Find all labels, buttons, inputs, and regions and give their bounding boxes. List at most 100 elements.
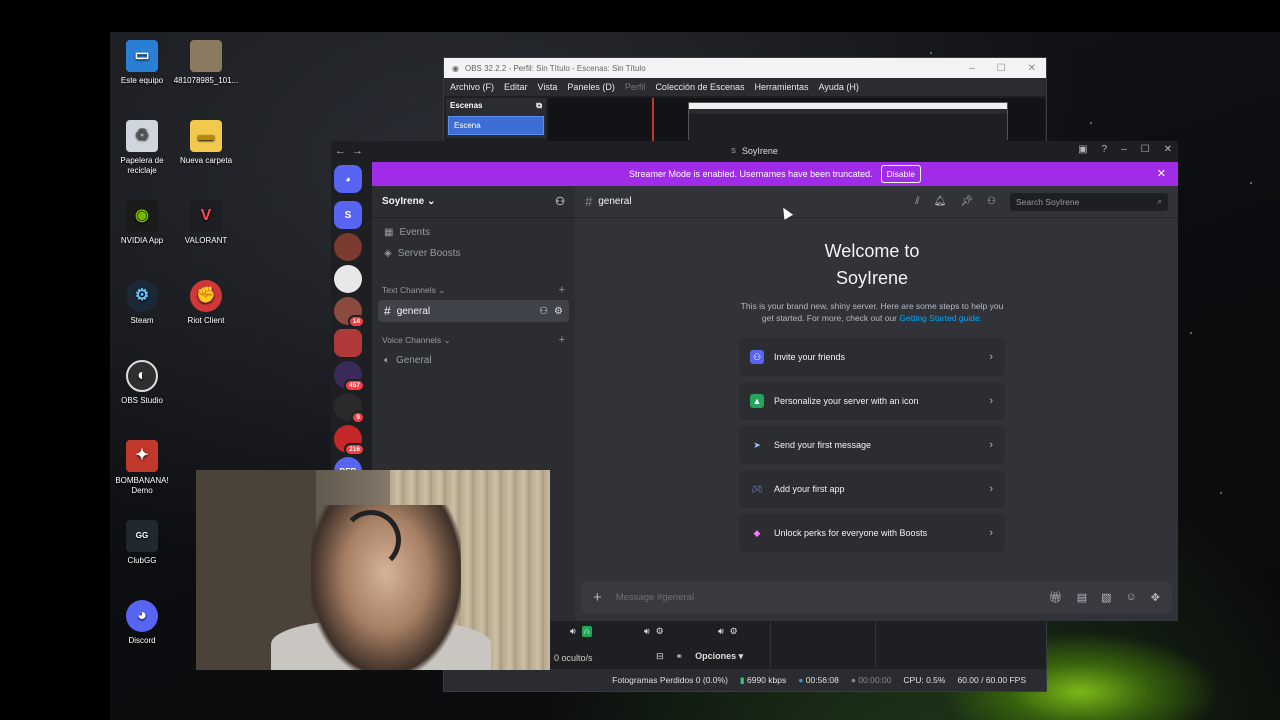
speaker-icon: 🔊︎ — [644, 626, 650, 636]
desktop-icon-nvidia[interactable]: ◉ NVIDIA App — [107, 200, 177, 246]
category-voice-channels[interactable]: Voice Channels ⌄ + — [372, 322, 575, 350]
help-icon[interactable]: ? — [1102, 144, 1108, 155]
back-icon[interactable]: ← — [335, 145, 346, 157]
palette-icon: ▲ — [750, 394, 764, 408]
menu-perfil[interactable]: Perfil — [625, 82, 646, 92]
layout-icon[interactable]: ⊟ — [656, 651, 664, 662]
gif-icon[interactable]: ▤ — [1077, 591, 1087, 604]
server-mini-icon: S — [731, 147, 736, 155]
channel-general[interactable]: # general ⚇ ⚙ — [378, 300, 569, 322]
welcome-section: Welcome to SoyIrene This is your brand ne… — [739, 238, 1005, 324]
card-add-app[interactable]: 🎮︎ Add your first app › — [739, 470, 1005, 508]
server-icon[interactable]: 216 — [334, 425, 365, 456]
close-icon[interactable]: ✕ — [1164, 144, 1172, 155]
scene-item[interactable]: Escena — [448, 116, 544, 135]
invite-icon[interactable]: ⚇ — [539, 306, 548, 317]
desktop-icon-riot[interactable]: ✊ Riot Client — [171, 280, 241, 326]
bell-icon[interactable]: 🔔︎ — [934, 196, 947, 207]
speaker-icon: 🔊︎ — [718, 626, 724, 636]
sticker-icon[interactable]: ▧ — [1101, 591, 1111, 604]
close-icon[interactable]: ✕ — [1028, 63, 1036, 74]
steam-icon: ⚙ — [126, 280, 158, 312]
server-icon[interactable]: 14 — [334, 297, 365, 328]
link-icon[interactable]: ⚭ — [676, 651, 684, 662]
server-icon[interactable] — [334, 265, 362, 293]
options-button[interactable]: Opciones ▾ — [695, 651, 743, 662]
game-icon: ✦ — [126, 440, 158, 472]
mixer-controls-2[interactable]: 🔊︎ ⚙ — [644, 626, 664, 637]
category-text-channels[interactable]: Text Channels ⌄ + — [372, 264, 575, 300]
menu-editar[interactable]: Editar — [504, 82, 528, 92]
undock-icon[interactable]: ⧉ — [536, 101, 542, 111]
card-personalize-server[interactable]: ▲ Personalize your server with an icon › — [739, 382, 1005, 420]
pin-icon[interactable]: 📌︎ — [960, 196, 973, 207]
message-composer[interactable]: + Message #general 🎁︎ ▤ ▧ ☺ ✥ — [581, 581, 1172, 613]
server-icon[interactable]: 457 — [334, 361, 365, 392]
channel-title: general — [598, 196, 632, 207]
disable-streamer-mode-button[interactable]: Disable — [880, 165, 921, 183]
cpu-usage: CPU: 0.5% — [903, 675, 946, 685]
server-icon-soyirene[interactable]: S — [334, 201, 362, 229]
obs-scenes-panel: Escenas ⧉ Escena — [446, 98, 546, 138]
card-invite-friends[interactable]: ⚇ Invite your friends › — [739, 338, 1005, 376]
minimize-icon[interactable]: – — [1121, 144, 1127, 155]
mixer-controls-1[interactable]: 🔊︎ ∩ — [570, 626, 593, 637]
add-attachment-icon[interactable]: + — [593, 589, 602, 606]
menu-ayuda[interactable]: Ayuda (H) — [819, 82, 859, 92]
menu-paneles[interactable]: Paneles (D) — [567, 82, 615, 92]
server-name-header[interactable]: SoyIrene ⌄ ⚇ — [372, 186, 575, 218]
menu-herramientas[interactable]: Herramientas — [755, 82, 809, 92]
gift-icon[interactable]: 🎁︎ — [1049, 591, 1063, 604]
server-icon[interactable]: 9 — [334, 393, 365, 424]
add-channel-icon[interactable]: + — [559, 284, 565, 296]
obs-window-title: OBS 32.2.2 - Perfil: Sin Título - Escena… — [464, 63, 646, 73]
add-channel-icon[interactable]: + — [559, 334, 565, 346]
server-icon[interactable] — [334, 329, 362, 357]
server-icon[interactable] — [334, 233, 362, 261]
menu-archivo[interactable]: Archivo (F) — [450, 82, 494, 92]
members-icon[interactable]: ⚇ — [987, 196, 996, 207]
getting-started-link[interactable]: Getting Started guide. — [899, 313, 982, 323]
maximize-icon[interactable]: ☐ — [997, 63, 1006, 74]
channel-voice-general[interactable]: 🔈︎ General — [372, 350, 575, 371]
search-input[interactable]: Search SoyIrene ⌕ — [1010, 192, 1168, 211]
hidden-count: 0 oculto/s — [554, 653, 593, 663]
desktop-icon-este-equipo[interactable]: ▭ Este equipo — [107, 40, 177, 86]
desktop-icon-nueva-carpeta[interactable]: ▬ Nueva carpeta — [171, 120, 241, 166]
desktop-icon-bombanana[interactable]: ✦ BOMBANANA! Demo — [107, 440, 177, 496]
close-icon[interactable]: ✕ — [1157, 167, 1166, 180]
emoji-icon[interactable]: ☺ — [1126, 591, 1137, 604]
headset-icon — [341, 510, 401, 570]
menu-coleccion-escenas[interactable]: Colección de Escenas — [655, 82, 744, 92]
desktop-icon-steam[interactable]: ⚙ Steam — [107, 280, 177, 326]
mixer-controls-3[interactable]: 🔊︎ ⚙ — [718, 626, 738, 637]
sidebar-item-events[interactable]: ▦ Events — [372, 222, 575, 243]
chat-area: # general ⫽ 🔔︎ 📌︎ ⚇ Search SoyIrene ⌕ We… — [575, 186, 1178, 621]
stream-time: ● 00:56:08 — [798, 675, 839, 685]
streamer-mode-banner: Streamer Mode is enabled. Usernames have… — [372, 162, 1178, 186]
maximize-icon[interactable]: ☐ — [1141, 144, 1150, 155]
desktop-icon-obs[interactable]: ◐ OBS Studio — [107, 360, 177, 406]
discord-home-icon[interactable]: ◕ — [334, 165, 362, 193]
discord-titlebar: ← → S SoyIrene ▣ ? – ☐ ✕ — [331, 141, 1178, 161]
desktop-icon-valorant[interactable]: V VALORANT — [171, 200, 241, 246]
desktop-icon-image-file[interactable]: 481078985_101... — [171, 40, 241, 86]
card-boosts[interactable]: ◆ Unlock perks for everyone with Boosts … — [739, 514, 1005, 552]
card-first-message[interactable]: ➤ Send your first message › — [739, 426, 1005, 464]
apps-icon[interactable]: ✥ — [1151, 591, 1160, 604]
settings-icon[interactable]: ⚙ — [554, 306, 563, 317]
sidebar-item-server-boosts[interactable]: ◈ Server Boosts — [372, 243, 575, 264]
threads-icon[interactable]: ⫽ — [915, 196, 919, 207]
desktop-icon-recycle-bin[interactable]: ♻ Papelera de reciclaje — [107, 120, 177, 176]
message-input[interactable]: Message #general — [616, 592, 694, 603]
fps: 60.00 / 60.00 FPS — [957, 675, 1026, 685]
add-member-icon[interactable]: ⚇ — [555, 195, 565, 208]
valorant-icon: V — [190, 200, 222, 232]
forward-icon[interactable]: → — [352, 145, 363, 157]
menu-vista[interactable]: Vista — [538, 82, 558, 92]
desktop-icon-discord[interactable]: ◕ Discord — [107, 600, 177, 646]
clubgg-icon: GG — [126, 520, 158, 552]
desktop-icon-clubgg[interactable]: GG ClubGG — [107, 520, 177, 566]
minimize-icon[interactable]: – — [969, 63, 975, 74]
inbox-icon[interactable]: ▣ — [1078, 144, 1087, 155]
